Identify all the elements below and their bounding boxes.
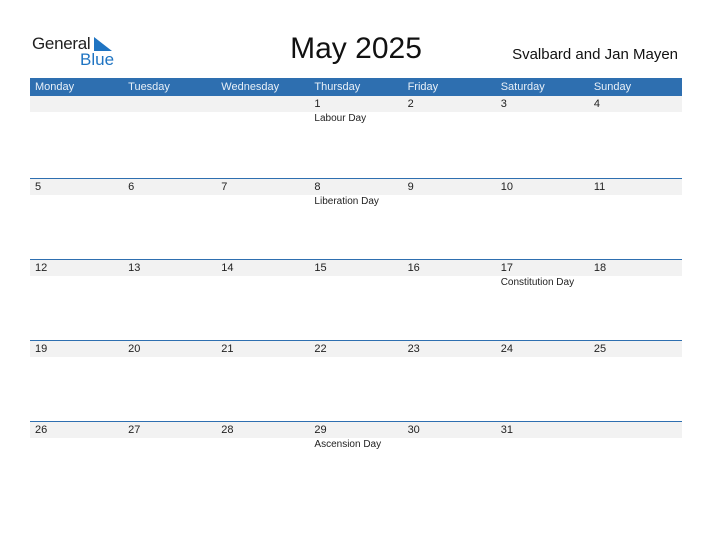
day-number: 30 [407,424,420,436]
day-number: 21 [221,343,234,355]
holiday-label [403,438,496,453]
day-number: 15 [314,262,327,274]
day-number: 28 [221,424,234,436]
day-number: 8 [314,181,321,193]
day-number: 5 [35,181,42,193]
week-row: 5 6 7 8 9 10 11 Liberation Day [30,178,682,259]
day-number: 10 [500,181,513,193]
weekday-saturday: Saturday [500,81,545,93]
holiday-label [123,438,216,453]
holiday-label: Ascension Day [314,439,382,450]
day-number: 20 [128,343,141,355]
day-number [589,422,682,438]
weekday-monday: Monday [35,81,75,93]
week-row: 19 20 21 22 23 24 25 [30,340,682,421]
holiday-label: Liberation Day [314,196,379,207]
day-number: 14 [221,262,234,274]
holiday-label: Constitution Day [500,277,575,288]
holiday-label [309,357,402,372]
day-number: 13 [128,262,141,274]
holiday-label [589,438,682,453]
holiday-label [216,357,309,372]
date-strip: 26 27 28 29 30 31 [30,422,682,438]
holiday-label [589,357,682,372]
events-row [30,357,682,372]
weekday-wednesday: Wednesday [221,81,280,93]
day-number: 27 [128,424,141,436]
holiday-label [30,357,123,372]
holiday-label [216,195,309,210]
day-number: 11 [593,181,606,193]
day-number: 4 [593,98,600,110]
holiday-label [123,112,216,127]
holiday-label [309,276,402,291]
holiday-label [216,276,309,291]
weeks-container: 1 2 3 4 Labour Day 5 6 7 8 9 10 11 Liberation Day 12 1… [30,96,682,502]
holiday-label [123,276,216,291]
day-number: 29 [314,424,327,436]
events-row: Liberation Day [30,195,682,210]
holiday-label [496,357,589,372]
day-number: 31 [500,424,513,436]
region-name: Svalbard and Jan Mayen [512,46,678,63]
holiday-label [496,438,589,453]
day-number: 16 [407,262,420,274]
holiday-label [403,276,496,291]
weekday-header: Monday Tuesday Wednesday Thursday Friday… [30,78,682,96]
day-number: 7 [221,181,228,193]
holiday-label [403,195,496,210]
day-number: 17 [500,262,513,274]
holiday-label [589,276,682,291]
day-number: 18 [593,262,607,274]
day-number: 2 [407,98,414,110]
holiday-label: Labour Day [314,113,367,124]
events-row: Constitution Day [30,276,682,291]
week-row: 1 2 3 4 Labour Day [30,96,682,178]
day-number [30,96,123,112]
day-number [216,96,309,112]
day-number: 25 [593,343,607,355]
day-number: 24 [500,343,513,355]
day-number: 9 [407,181,414,193]
holiday-label [30,195,123,210]
date-strip: 12 13 14 15 16 17 18 [30,260,682,276]
day-number: 3 [500,98,507,110]
day-number: 22 [314,343,327,355]
holiday-label [30,112,123,127]
holiday-label [123,195,216,210]
date-strip: 5 6 7 8 9 10 11 [30,179,682,195]
weekday-thursday: Thursday [314,81,361,93]
day-number: 26 [35,424,48,436]
events-row: Labour Day [30,112,682,127]
week-row: 12 13 14 15 16 17 18 Constitution Day [30,259,682,340]
date-strip: 1 2 3 4 [30,96,682,112]
day-number: 12 [35,262,48,274]
holiday-label [30,438,123,453]
weekday-sunday: Sunday [593,81,632,93]
day-number: 23 [407,343,420,355]
calendar-grid: Monday Tuesday Wednesday Thursday Friday… [30,78,682,502]
holiday-label [123,357,216,372]
holiday-label [403,357,496,372]
holiday-label [216,112,309,127]
holiday-label [403,112,496,127]
week-row: 26 27 28 29 30 31 Ascension Day [30,421,682,502]
holiday-label [589,112,682,127]
day-number: 19 [35,343,48,355]
day-number: 6 [128,181,135,193]
holiday-label [216,438,309,453]
day-number: 1 [314,98,321,110]
weekday-tuesday: Tuesday [128,81,170,93]
holiday-label [496,112,589,127]
holiday-label [496,195,589,210]
day-number [123,96,216,112]
holiday-label [589,195,682,210]
date-strip: 19 20 21 22 23 24 25 [30,341,682,357]
holiday-label [30,276,123,291]
weekday-friday: Friday [407,81,439,93]
events-row: Ascension Day [30,438,682,453]
